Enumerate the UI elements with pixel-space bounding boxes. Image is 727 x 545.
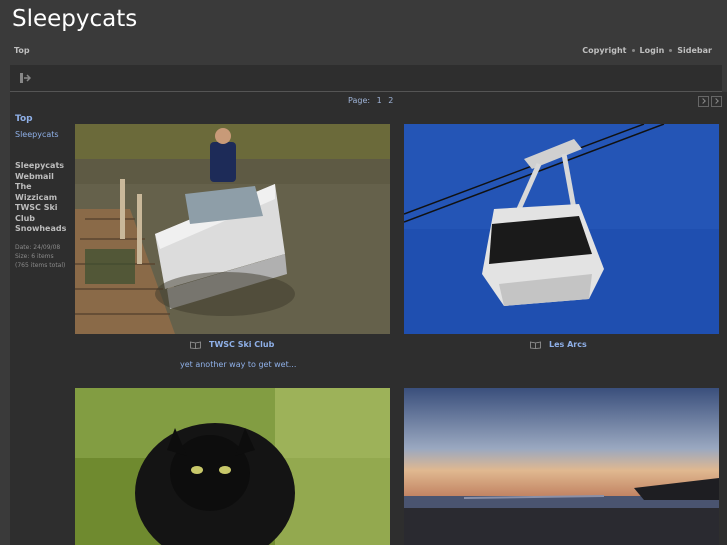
header: Sleepycats Top Copyright Login Sidebar <box>0 0 727 65</box>
nav-links: Copyright Login Sidebar <box>582 46 712 55</box>
photo-beach-sunset[interactable] <box>404 388 719 545</box>
pager: Page: 1 2 <box>348 96 397 105</box>
sidebar-top-link[interactable]: Top <box>15 114 70 124</box>
photo-les-arcs[interactable] <box>404 124 719 334</box>
exit-icon[interactable] <box>19 72 31 84</box>
nav-link-copyright[interactable]: Copyright <box>582 46 626 55</box>
caption-les-arcs[interactable]: Les Arcs <box>530 340 587 349</box>
sidebar-item-twsc-ski-club[interactable]: TWSC Ski <box>15 203 70 214</box>
sidebar-item-webmail[interactable]: Webmail <box>15 172 70 183</box>
description-twsc-ski-club: yet another way to get wet... <box>180 360 297 369</box>
nav-top-link[interactable]: Top <box>14 46 30 55</box>
meta-total: (765 items total) <box>15 261 66 269</box>
album-icon <box>190 341 201 349</box>
sidebar-item-the-wizzicam[interactable]: The <box>15 182 70 193</box>
album-icon <box>530 341 541 349</box>
photo-black-cat[interactable] <box>75 388 390 545</box>
nav-link-sidebar[interactable]: Sidebar <box>677 46 712 55</box>
pager-page-2[interactable]: 2 <box>388 96 393 105</box>
sidebar: Top Sleepycats Sleepycats Webmail The Wi… <box>15 114 70 270</box>
pager-label: Page: <box>348 96 371 105</box>
sidebar-meta: Date: 24/09/08 Size: 6 items (765 items … <box>15 243 70 270</box>
nav-link-login[interactable]: Login <box>640 46 665 55</box>
separator-dot <box>631 49 635 52</box>
separator-dot <box>669 49 673 52</box>
sidebar-item-the-wizzicam-2[interactable]: Wizzicam <box>15 193 70 204</box>
site-title[interactable]: Sleepycats <box>12 6 137 32</box>
next-page-button[interactable] <box>698 96 709 107</box>
caption-text[interactable]: Les Arcs <box>549 340 587 349</box>
sidebar-item-sleepycats[interactable]: Sleepycats <box>15 161 70 172</box>
caption-twsc-ski-club[interactable]: TWSC Ski Club <box>190 340 274 349</box>
last-page-button[interactable] <box>711 96 722 107</box>
pager-page-1[interactable]: 1 <box>377 96 382 105</box>
main-content: Page: 1 2 Top Sleepycats Sleepycats Webm… <box>10 92 727 545</box>
photo-twsc-ski-club[interactable] <box>75 124 390 334</box>
meta-date: Date: 24/09/08 <box>15 243 61 251</box>
caption-text[interactable]: TWSC Ski Club <box>209 340 274 349</box>
sidebar-item-snowheads[interactable]: Snowheads <box>15 224 70 235</box>
meta-size: Size: 6 items <box>15 252 54 260</box>
sidebar-item-twsc-ski-club-2[interactable]: Club <box>15 214 70 225</box>
pager-buttons <box>696 96 722 107</box>
sidebar-current-link[interactable]: Sleepycats <box>15 130 70 139</box>
toolbar <box>10 65 722 92</box>
